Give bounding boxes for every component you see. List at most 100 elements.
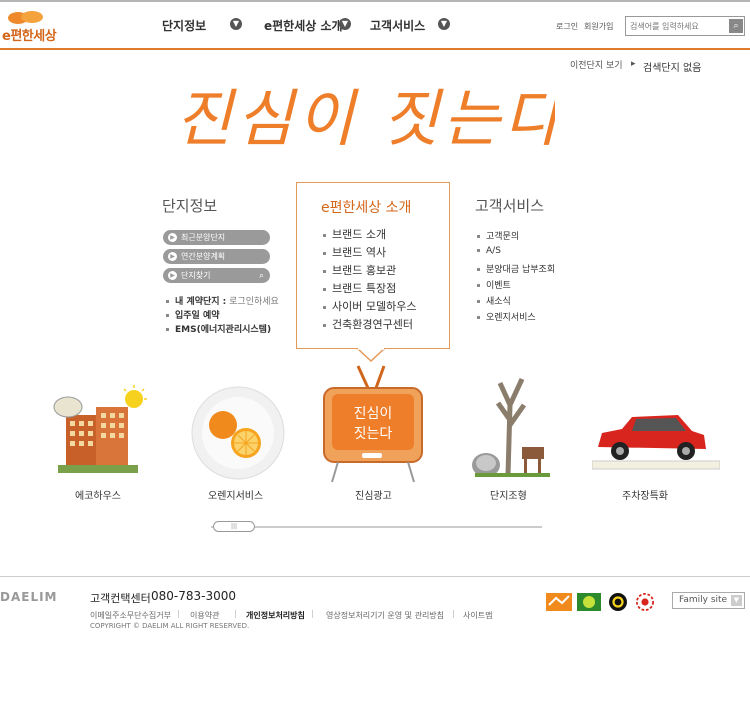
logo-mark-icon [8, 11, 43, 24]
intro-item[interactable]: 브랜드 역사 [323, 244, 386, 260]
login-link[interactable]: 로그인 [556, 21, 578, 32]
footer-link[interactable]: 이용약관 [190, 610, 219, 621]
bullet [323, 305, 326, 309]
bullet [477, 235, 480, 238]
intro-item-label: 브랜드 소개 [332, 228, 387, 241]
hero-slogan: 진심이 짓는다 [175, 82, 555, 152]
bullet [166, 314, 169, 317]
ems-link[interactable]: EMS(에너지관리시스템) [166, 322, 271, 335]
bullet [477, 284, 480, 287]
signup-link[interactable]: 회원가입 [584, 21, 613, 32]
my-contract-label: 내 계약단지 : [175, 297, 227, 307]
call-center-phone: 080-783-3000 [151, 589, 237, 603]
tv-screen-text: 진심이 [354, 406, 393, 422]
cs-item[interactable]: 오렌지서비스 [477, 310, 536, 323]
award-badge-icon [546, 593, 572, 611]
cs-item[interactable]: 고객문의 [477, 229, 519, 242]
cs-item-label: 오렌지서비스 [486, 313, 536, 323]
footer-link[interactable]: 이메일주소무단수집거부 [90, 610, 171, 621]
footer-link[interactable]: 사이트맵 [463, 610, 492, 621]
cs-item[interactable]: 이벤트 [477, 278, 511, 291]
bullet [477, 316, 480, 319]
intro-item[interactable]: 브랜드 소개 [323, 226, 386, 242]
pill-recent-sales[interactable]: ▶ 최근분양단지 [163, 230, 270, 245]
copyright: COPYRIGHT © DAELIM ALL RIGHT RESERVED. [90, 622, 250, 630]
footer-link-privacy[interactable]: 개인정보처리방침 [246, 610, 305, 621]
nav-brand-intro[interactable]: e편한세상 소개 [264, 17, 343, 34]
prev-complex-link[interactable]: 이전단지 보기 [570, 58, 623, 71]
bullet [166, 300, 169, 303]
showcase-ad[interactable]: 진심광고 [355, 487, 392, 502]
footer-link[interactable]: 영상정보처리기기 운영 및 관리방침 [326, 610, 444, 621]
bullet [323, 269, 326, 273]
award-badge-icon [577, 593, 601, 611]
cs-item[interactable]: 새소식 [477, 294, 511, 307]
showcase-slider-handle[interactable]: ||| [213, 521, 255, 532]
bullet [323, 287, 326, 291]
orange-service-illustration[interactable] [190, 385, 286, 481]
nav-complex-info[interactable]: 단지정보 [162, 17, 206, 34]
brand-intro-title: e편한세상 소개 [321, 200, 412, 216]
intro-item-label: 건축환경연구센터 [332, 318, 413, 331]
family-site-select[interactable]: Family site ▼ [672, 592, 745, 609]
ems-link-label: EMS(에너지관리시스템) [175, 325, 272, 335]
pill-label: 최근분양단지 [181, 233, 226, 242]
cs-item[interactable]: A/S [477, 246, 501, 256]
call-center-label: 고객컨택센터 [90, 592, 151, 605]
showcase-parking[interactable]: 주차장특화 [622, 487, 668, 502]
customer-service-title: 고객서비스 [475, 197, 545, 215]
bullet [323, 233, 326, 237]
bullet [166, 328, 169, 331]
chevron-down-icon[interactable]: ▼ [230, 18, 242, 30]
arrow-right-icon: ▶ [168, 252, 177, 261]
eco-house-illustration[interactable] [48, 385, 148, 480]
award-badge-icon [636, 593, 654, 611]
menu-pointer-icon [357, 348, 385, 362]
nav-customer-service[interactable]: 고객서비스 [370, 17, 425, 34]
logo[interactable]: e편한세상 [2, 25, 57, 44]
pill-annual-plan[interactable]: ▶ 연간분양계획 [163, 249, 270, 264]
cs-item-label: 분양대금 납부조회 [486, 265, 556, 275]
search-input[interactable] [626, 17, 726, 35]
my-contract-value[interactable]: 로그인하세요 [229, 297, 279, 307]
intro-item[interactable]: 브랜드 특장점 [323, 280, 396, 296]
award-badge-icon [609, 593, 627, 611]
header-divider [0, 48, 750, 50]
my-contract-row: 내 계약단지 : 로그인하세요 [166, 294, 279, 307]
arrow-right-icon: ▸ [631, 59, 636, 69]
complex-sculpture-illustration[interactable] [470, 375, 555, 480]
showcase-eco-house[interactable]: 에코하우스 [75, 487, 121, 502]
footer-brand-logo: DAELIM [0, 590, 58, 604]
intro-item[interactable]: 건축환경연구센터 [323, 316, 413, 332]
chevron-down-icon[interactable]: ▼ [438, 18, 450, 30]
cs-item-label: A/S [486, 246, 501, 256]
search-box: ⌕ [625, 16, 745, 36]
pill-label: 단지찾기 [181, 271, 211, 280]
footer-separator: | [177, 609, 180, 618]
parking-car-illustration[interactable] [592, 405, 720, 475]
chevron-down-icon[interactable]: ▼ [339, 18, 351, 30]
bullet [477, 300, 480, 303]
showcase-orange-service[interactable]: 오렌지서비스 [208, 487, 263, 502]
cs-item-label: 이벤트 [486, 281, 511, 291]
intro-item[interactable]: 브랜드 홍보관 [323, 262, 396, 278]
search-icon[interactable]: ⌕ [729, 19, 743, 33]
intro-item[interactable]: 사이버 모델하우스 [323, 298, 416, 314]
search-icon: ⌕ [258, 271, 264, 281]
move-in-reservation-label: 입주일 예약 [175, 311, 220, 321]
cs-item-label: 고객문의 [486, 232, 520, 242]
intro-item-label: 브랜드 홍보관 [332, 264, 397, 277]
move-in-reservation[interactable]: 입주일 예약 [166, 308, 220, 321]
cs-item[interactable]: 분양대금 납부조회 [477, 262, 555, 275]
footer-divider [0, 576, 750, 577]
showcase-slider-track[interactable] [211, 526, 542, 528]
bullet [477, 268, 480, 271]
tv-ad-illustration[interactable]: 진심이 짓는다 [318, 362, 428, 484]
intro-item-label: 브랜드 역사 [332, 246, 387, 259]
hero-slogan-text: 진심이 짓는다 [175, 82, 555, 152]
pill-find-complex[interactable]: ▶ 단지찾기 ⌕ [163, 268, 270, 283]
brand-intro-menu: e편한세상 소개 브랜드 소개 브랜드 역사 브랜드 홍보관 브랜드 특장점 사… [296, 182, 450, 349]
header: e편한세상 단지정보 ▼ e편한세상 소개 ▼ 고객서비스 ▼ 로그인 회원가입… [0, 2, 750, 48]
showcase-sculpture[interactable]: 단지조형 [490, 487, 527, 502]
bullet [477, 249, 480, 252]
